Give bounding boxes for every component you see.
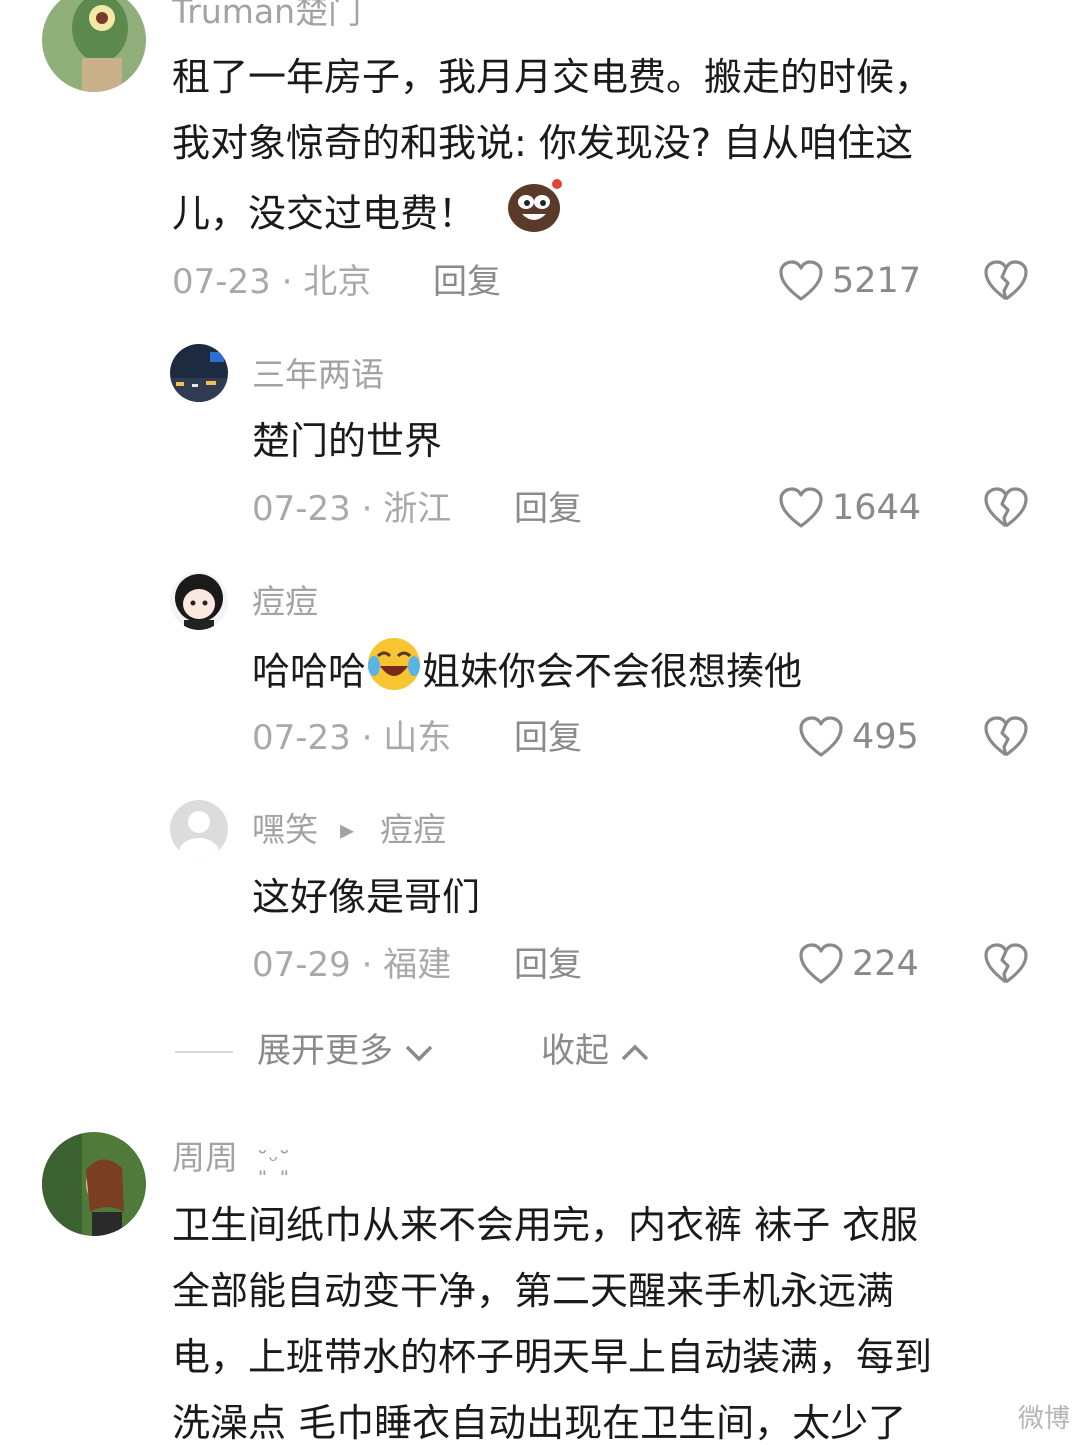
comment-text-line: 我对象惊奇的和我说: 你发现没? 自从咱住这 bbox=[172, 121, 914, 165]
reply-button[interactable]: 回复 bbox=[514, 489, 582, 529]
collapse-button[interactable]: 收起 bbox=[541, 1031, 650, 1071]
avatar[interactable] bbox=[42, 1132, 146, 1236]
like-count: 224 bbox=[852, 944, 919, 984]
avatar[interactable] bbox=[170, 800, 228, 858]
avatar[interactable] bbox=[170, 572, 228, 630]
comment-text: 姐妹你会不会很想揍他 bbox=[422, 649, 803, 694]
avatar[interactable] bbox=[170, 344, 228, 402]
comment-text-line: 哈哈哈 姐妹你会不会很想揍他 bbox=[252, 636, 802, 712]
laughing-bean-emoji-icon bbox=[506, 178, 564, 254]
chevron-up-icon bbox=[621, 1044, 649, 1060]
comment-text-line: 租了一年房子，我月月交电费。搬走的时候， bbox=[172, 55, 933, 99]
username[interactable]: 三年两语 bbox=[252, 355, 384, 395]
comment-thread: Truman楚门 租了一年房子，我月月交电费。搬走的时候， 我对象惊奇的和我说:… bbox=[0, 0, 1084, 1445]
heart-icon bbox=[799, 716, 843, 757]
comment-text-line: 卫生间纸巾从来不会用完，内衣裤 袜子 衣服 bbox=[172, 1203, 919, 1247]
like-count: 495 bbox=[852, 717, 919, 757]
expand-more-button[interactable]: 展开更多 bbox=[257, 1031, 434, 1071]
reply-button[interactable]: 回复 bbox=[514, 718, 582, 758]
crying-laughing-emoji-icon bbox=[366, 636, 422, 712]
comment-text-line: 楚门的世界 bbox=[252, 419, 443, 463]
broken-heart-icon[interactable] bbox=[983, 486, 1029, 530]
comment-text-line: 这好像是哥们 bbox=[252, 875, 481, 919]
reply-arrow-icon: ▸ bbox=[340, 813, 355, 846]
comment-date-location: 07-23 · 山东 bbox=[252, 718, 452, 758]
like-count: 1644 bbox=[832, 488, 922, 528]
comment-date-location: 07-23 · 浙江 bbox=[252, 489, 452, 529]
comment-text-line: 电，上班带水的杯子明天早上自动装满，每到 bbox=[172, 1335, 933, 1379]
username[interactable]: 嘿笑 bbox=[252, 810, 318, 850]
username[interactable]: 周周 ˘͈ᵕ˘͈ bbox=[172, 1138, 290, 1181]
reply-button[interactable]: 回复 bbox=[433, 262, 501, 302]
like-button[interactable]: 5217 bbox=[778, 259, 921, 303]
comment-text: 哈哈哈 bbox=[252, 649, 367, 694]
avatar[interactable] bbox=[42, 0, 146, 92]
comment-text: 儿，没交过电费！ bbox=[172, 191, 477, 236]
broken-heart-icon[interactable] bbox=[983, 259, 1029, 303]
username[interactable]: Truman楚门 bbox=[172, 0, 361, 32]
comment-date-location: 07-23 · 北京 bbox=[172, 262, 372, 302]
watermark: 微博 bbox=[1017, 1404, 1070, 1434]
reply-button[interactable]: 回复 bbox=[514, 945, 582, 985]
username-decoration: ˘͈ᵕ˘͈ bbox=[256, 1147, 291, 1175]
heart-icon bbox=[779, 487, 823, 528]
comment-text-line: 全部能自动变干净，第二天醒来手机永远满 bbox=[172, 1269, 895, 1313]
comment-text-line: 洗澡点 毛巾睡衣自动出现在卫生间，太少了 bbox=[172, 1401, 907, 1445]
comment-text-line: 儿，没交过电费！ bbox=[172, 178, 564, 254]
divider bbox=[175, 1051, 233, 1053]
reply-to-username[interactable]: 痘痘 bbox=[380, 810, 446, 850]
username-text: 周周 bbox=[172, 1138, 238, 1177]
broken-heart-icon[interactable] bbox=[983, 715, 1029, 759]
heart-icon bbox=[799, 943, 843, 984]
username[interactable]: 痘痘 bbox=[252, 582, 318, 622]
chevron-down-icon bbox=[405, 1045, 433, 1061]
like-button[interactable]: 224 bbox=[798, 942, 919, 986]
broken-heart-icon[interactable] bbox=[983, 942, 1029, 986]
like-button[interactable]: 495 bbox=[798, 715, 919, 759]
like-count: 5217 bbox=[832, 261, 922, 301]
like-button[interactable]: 1644 bbox=[778, 486, 921, 530]
heart-icon bbox=[779, 260, 823, 301]
collapse-label: 收起 bbox=[541, 1031, 609, 1071]
comment-date-location: 07-29 · 福建 bbox=[252, 945, 452, 985]
expand-more-label: 展开更多 bbox=[257, 1031, 393, 1071]
